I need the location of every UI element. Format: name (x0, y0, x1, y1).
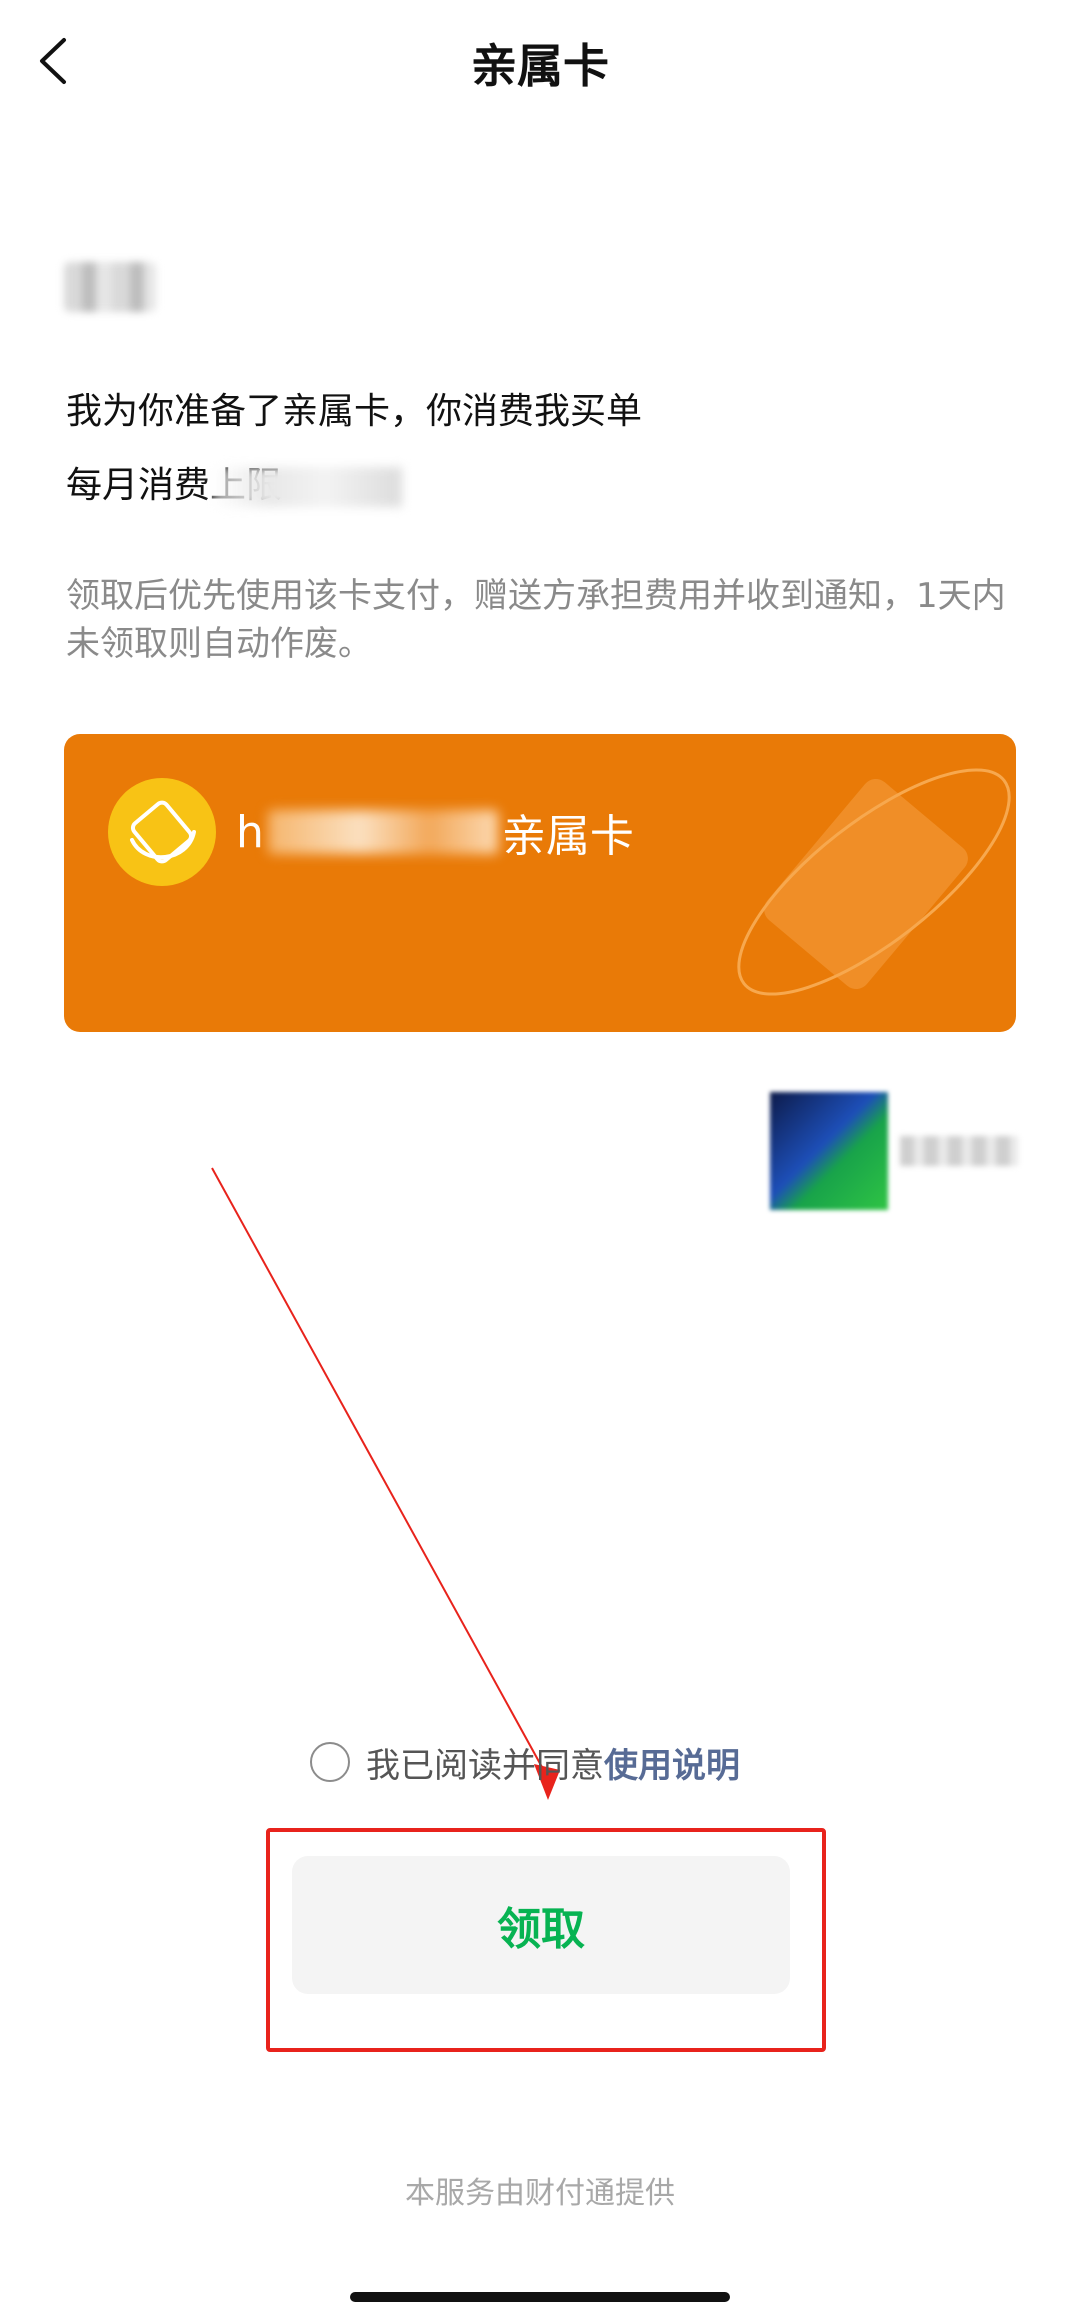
family-card-icon (108, 778, 216, 886)
agreement-text: 我已阅读并同意 (366, 1745, 604, 1786)
navigation-bar: 亲属卡 (0, 0, 1080, 124)
service-provider-footer: 本服务由财付通提供 (405, 2176, 675, 2211)
claim-notice: 领取后优先使用该卡支付，赠送方承担费用并收到通知，1天内未领取则自动作废。 (66, 576, 1006, 664)
usage-instructions-link[interactable]: 使用说明 (604, 1738, 740, 1787)
card-title: h 亲属卡 (236, 800, 634, 864)
family-card-receive-page: 亲属卡 我为你准备了亲属卡，你消费我买单 每月消费上限 领取后优先使用该卡支付，… (0, 0, 1080, 2317)
blurred-sender-name (900, 1136, 1018, 1166)
home-indicator[interactable] (350, 2292, 730, 2302)
sender-avatar (770, 1092, 888, 1210)
claim-button[interactable]: 领取 (292, 1856, 790, 1994)
agreement-row: 我已阅读并同意 使用说明 (310, 1738, 740, 1786)
card-title-prefix: h (236, 806, 264, 858)
blurred-recipient-name (64, 262, 156, 312)
message-line-2: 每月消费上限 (66, 456, 403, 507)
agreement-radio[interactable] (310, 1742, 350, 1782)
blurred-owner-name (267, 810, 498, 854)
page-title: 亲属卡 (471, 39, 609, 93)
family-card: h 亲属卡 (64, 734, 1016, 1032)
card-title-suffix: 亲属卡 (501, 811, 634, 862)
card-decoration (737, 768, 1011, 996)
blurred-limit-value (212, 467, 403, 507)
message-line-1: 我为你准备了亲属卡，你消费我买单 (66, 391, 643, 432)
